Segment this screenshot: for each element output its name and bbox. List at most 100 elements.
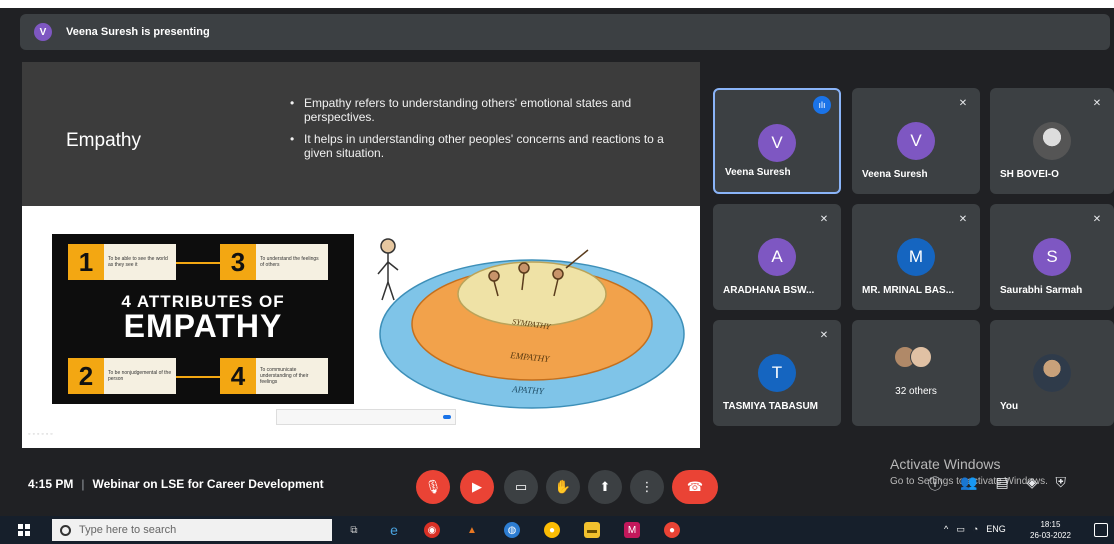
battery-icon[interactable]: ▭ <box>956 524 965 535</box>
participant-name: TASMIYA TABASUM <box>723 401 818 412</box>
search-placeholder: Type here to search <box>79 524 177 536</box>
slide-bullet: It helps in understanding other peoples'… <box>290 132 670 160</box>
slide-inner-bar <box>276 409 456 425</box>
attribute-box-3: 3 To understand the feelings of others <box>220 244 328 280</box>
mic-muted-icon: ✕ <box>819 213 829 225</box>
activate-windows-title: Activate Windows <box>890 456 1001 472</box>
people-icon[interactable]: 👥 <box>960 474 977 494</box>
participant-tile[interactable]: ✕ T TASMIYA TABASUM <box>713 320 841 426</box>
others-avatars <box>894 346 932 368</box>
mic-muted-icon: ✕ <box>958 97 968 109</box>
attribute-box-1: 1 To be able to see the world as they se… <box>68 244 176 280</box>
poster-line2: EMPATHY <box>123 308 283 344</box>
clock-date: 26-03-2022 <box>1030 531 1071 540</box>
activities-icon[interactable]: ◈ <box>1027 474 1038 494</box>
chat-icon[interactable]: ▤ <box>995 474 1008 494</box>
slide-bullets: Empathy refers to understanding others' … <box>290 96 670 168</box>
task-view-icon[interactable]: ⧉ <box>346 522 362 538</box>
mic-muted-icon: ✕ <box>958 213 968 225</box>
meeting-side-icons: ⓘ 👥 ▤ ◈ ⛨ <box>928 474 1066 494</box>
raise-hand-icon[interactable]: ✋ <box>546 470 580 504</box>
attribute-number: 2 <box>68 358 104 394</box>
attribute-text: To be nonjudgemental of the person <box>108 370 172 382</box>
participant-name: ARADHANA BSW... <box>723 285 815 296</box>
presenter-avatar: V <box>34 23 52 41</box>
vlc-icon[interactable]: ▲ <box>464 522 480 538</box>
presenting-label: Veena Suresh is presenting <box>66 26 210 38</box>
slide-bullet: Empathy refers to understanding others' … <box>290 96 670 124</box>
notification-icon[interactable] <box>1094 523 1108 537</box>
chrome-active-icon[interactable]: ● <box>664 522 680 538</box>
shared-slide: Empathy Empathy refers to understanding … <box>22 62 700 448</box>
search-icon <box>60 524 71 536</box>
app-icon-magenta[interactable]: M <box>624 522 640 538</box>
participant-tile[interactable]: ✕ SH BOVEI-O <box>990 88 1114 194</box>
camera-off-icon[interactable]: ▶ <box>460 470 494 504</box>
meeting-title: Webinar on LSE for Career Development <box>92 477 324 491</box>
participant-tile[interactable]: ılı V Veena Suresh <box>713 88 841 194</box>
participant-tile[interactable]: ✕ S Saurabhi Sarmah <box>990 204 1114 310</box>
attribute-number: 1 <box>68 244 104 280</box>
avatar <box>1033 354 1071 392</box>
windows-start-icon[interactable] <box>18 524 30 536</box>
language-indicator[interactable]: ENG <box>986 524 1006 535</box>
mic-muted-icon: ✕ <box>819 329 829 341</box>
attribute-box-2: 2 To be nonjudgemental of the person <box>68 358 176 394</box>
chevron-up-icon[interactable]: ^ <box>944 524 948 535</box>
slide-header: Empathy Empathy refers to understanding … <box>22 62 700 206</box>
participant-tile[interactable]: ✕ A ARADHANA BSW... <box>713 204 841 310</box>
end-call-icon[interactable]: ☎ <box>672 470 718 504</box>
others-tile[interactable]: 32 others <box>852 320 980 426</box>
attribute-text: To understand the feelings of others <box>260 256 319 268</box>
mic-off-icon[interactable]: 🎙 <box>416 470 450 504</box>
avatar: M <box>897 238 935 276</box>
others-count: 32 others <box>895 386 937 397</box>
avatar: A <box>758 238 796 276</box>
windows-taskbar: Type here to search ⧉ e ◉ ▲ ◍ ● ▬ M ● ^ … <box>0 516 1114 544</box>
chrome-icon[interactable]: ● <box>544 522 560 538</box>
participant-tile[interactable]: ✕ V Veena Suresh <box>852 88 980 194</box>
standing-figure <box>377 238 399 301</box>
attribute-text: To be able to see the world as they see … <box>108 256 168 268</box>
attribute-box-4: 4 To communicate understanding of their … <box>220 358 328 394</box>
meeting-info: 4:15 PM | Webinar on LSE for Career Develo… <box>28 477 324 491</box>
self-tile[interactable]: You <box>990 320 1114 426</box>
top-margin <box>0 0 1114 8</box>
speaking-indicator-icon: ılı <box>813 96 831 114</box>
empathy-circles-illustration: SYMPATHY EMPATHY APATHY <box>377 238 685 409</box>
attribute-number: 3 <box>220 244 256 280</box>
slide-title: Empathy <box>66 130 141 151</box>
system-tray: ^ ▭ ◔ ENG <box>944 524 1006 535</box>
avatar: V <box>897 122 935 160</box>
participant-name: SH BOVEI-O <box>1000 169 1059 180</box>
participant-name: MR. MRINAL BAS... <box>862 285 955 296</box>
present-icon[interactable]: ⬆ <box>588 470 622 504</box>
participant-name: Veena Suresh <box>862 169 928 180</box>
avatar <box>1033 122 1071 160</box>
inner-circle <box>457 261 607 327</box>
participant-name: Saurabhi Sarmah <box>1000 285 1083 296</box>
captions-icon[interactable]: ▭ <box>504 470 538 504</box>
edge-icon[interactable]: e <box>386 522 402 538</box>
app-icon-blue[interactable]: ◍ <box>504 522 520 538</box>
slide-body: 1 To be able to see the world as they se… <box>22 206 700 448</box>
attribute-number: 4 <box>220 358 256 394</box>
participant-tile[interactable]: ✕ M MR. MRINAL BAS... <box>852 204 980 310</box>
file-explorer-icon[interactable]: ▬ <box>584 522 600 538</box>
mic-muted-icon: ✕ <box>1092 213 1102 225</box>
network-icon[interactable]: ◔ <box>973 524 978 535</box>
attributes-poster: 1 To be able to see the world as they se… <box>52 234 354 404</box>
avatar: T <box>758 354 796 392</box>
taskbar-clock[interactable]: 18:15 26-03-2022 <box>1030 519 1071 541</box>
presenting-bar: V Veena Suresh is presenting <box>20 14 1110 50</box>
taskbar-search[interactable]: Type here to search <box>52 519 332 541</box>
avatar: S <box>1033 238 1071 276</box>
info-icon[interactable]: ⓘ <box>928 474 942 494</box>
host-controls-icon[interactable]: ⛨ <box>1055 474 1066 494</box>
participant-name: Veena Suresh <box>725 167 791 178</box>
app-icon-red[interactable]: ◉ <box>424 522 440 538</box>
slide-corner-controls: ◦ ◦ ◦ ◦ ◦ ◦ <box>28 431 53 438</box>
avatar: V <box>758 124 796 162</box>
more-icon[interactable]: ⋮ <box>630 470 664 504</box>
participant-name: You <box>1000 401 1019 412</box>
